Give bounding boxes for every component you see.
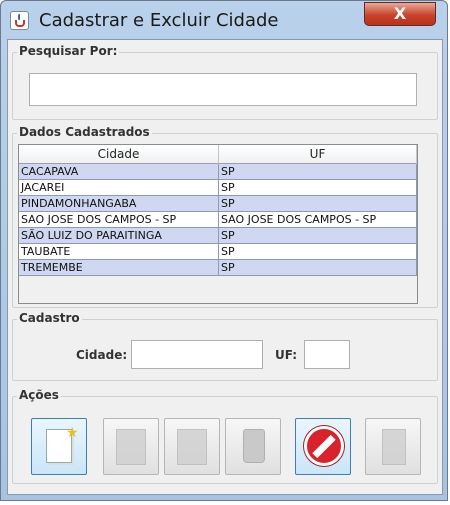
dados-group: Dados Cadastrados Cidade UF CACAPAVA SP … <box>12 125 438 308</box>
uf-field[interactable] <box>304 340 350 369</box>
save-button[interactable] <box>103 418 159 475</box>
cidade-label: Cidade: <box>76 348 128 362</box>
cell-cidade: TAUBATE <box>19 244 219 259</box>
cell-uf: SP <box>219 228 417 243</box>
column-header-cidade[interactable]: Cidade <box>19 145 219 164</box>
delete-button[interactable] <box>225 418 281 475</box>
edit-icon <box>177 429 207 465</box>
column-header-uf[interactable]: UF <box>219 145 417 164</box>
table-row[interactable]: SAO JOSE DOS CAMPOS - SP SAO JOSE DOS CA… <box>19 212 417 228</box>
star-icon: ★ <box>66 425 79 441</box>
cidade-field[interactable] <box>131 340 263 369</box>
cell-cidade: TREMEMBE <box>19 260 219 275</box>
cell-uf: SAO JOSE DOS CAMPOS - SP <box>219 212 417 227</box>
acoes-group: Ações ★ <box>12 388 438 484</box>
table-row[interactable]: PINDAMONHANGABA SP <box>19 196 417 212</box>
cell-uf: SP <box>219 260 417 275</box>
cell-uf: SP <box>219 244 417 259</box>
new-button[interactable]: ★ <box>31 418 87 475</box>
table-row[interactable]: TAUBATE SP <box>19 244 417 260</box>
table-header: Cidade UF <box>19 145 417 164</box>
cell-uf: SP <box>219 196 417 211</box>
edit-button[interactable] <box>164 418 220 475</box>
search-legend: Pesquisar Por: <box>17 44 120 58</box>
exit-button[interactable] <box>365 418 421 475</box>
save-icon <box>116 429 146 465</box>
table-row[interactable]: JACAREI SP <box>19 180 417 196</box>
cancel-button[interactable] <box>295 418 351 475</box>
cell-cidade: JACAREI <box>19 180 219 195</box>
cell-uf: SP <box>219 180 417 195</box>
close-button[interactable]: X <box>364 2 436 26</box>
window-title: Cadastrar e Excluir Cidade <box>39 10 279 31</box>
acoes-legend: Ações <box>17 388 61 402</box>
exit-icon <box>382 429 406 465</box>
table-row[interactable]: CACAPAVA SP <box>19 164 417 180</box>
cell-cidade: SÃO LUIZ DO PARAITINGA <box>19 228 219 243</box>
cadastro-group: Cadastro Cidade: UF: <box>12 311 438 381</box>
content-panel: Pesquisar Por: Dados Cadastrados Cidade … <box>7 39 443 495</box>
cell-cidade: SAO JOSE DOS CAMPOS - SP <box>19 212 219 227</box>
main-window: Cadastrar e Excluir Cidade X Pesquisar P… <box>0 0 448 501</box>
search-group: Pesquisar Por: <box>12 44 438 120</box>
dados-legend: Dados Cadastrados <box>17 125 152 139</box>
cell-cidade: PINDAMONHANGABA <box>19 196 219 211</box>
table-row[interactable]: SÃO LUIZ DO PARAITINGA SP <box>19 228 417 244</box>
cadastro-legend: Cadastro <box>17 311 82 325</box>
cities-table[interactable]: Cidade UF CACAPAVA SP JACAREI SP PINDAMO… <box>18 144 418 304</box>
cancel-icon <box>304 426 344 466</box>
trash-icon <box>243 429 265 463</box>
uf-label: UF: <box>275 348 298 362</box>
search-input[interactable] <box>29 73 417 106</box>
java-icon <box>10 11 29 30</box>
title-bar[interactable]: Cadastrar e Excluir Cidade X <box>1 1 447 39</box>
cell-cidade: CACAPAVA <box>19 164 219 179</box>
table-row[interactable]: TREMEMBE SP <box>19 260 417 276</box>
cell-uf: SP <box>219 164 417 179</box>
